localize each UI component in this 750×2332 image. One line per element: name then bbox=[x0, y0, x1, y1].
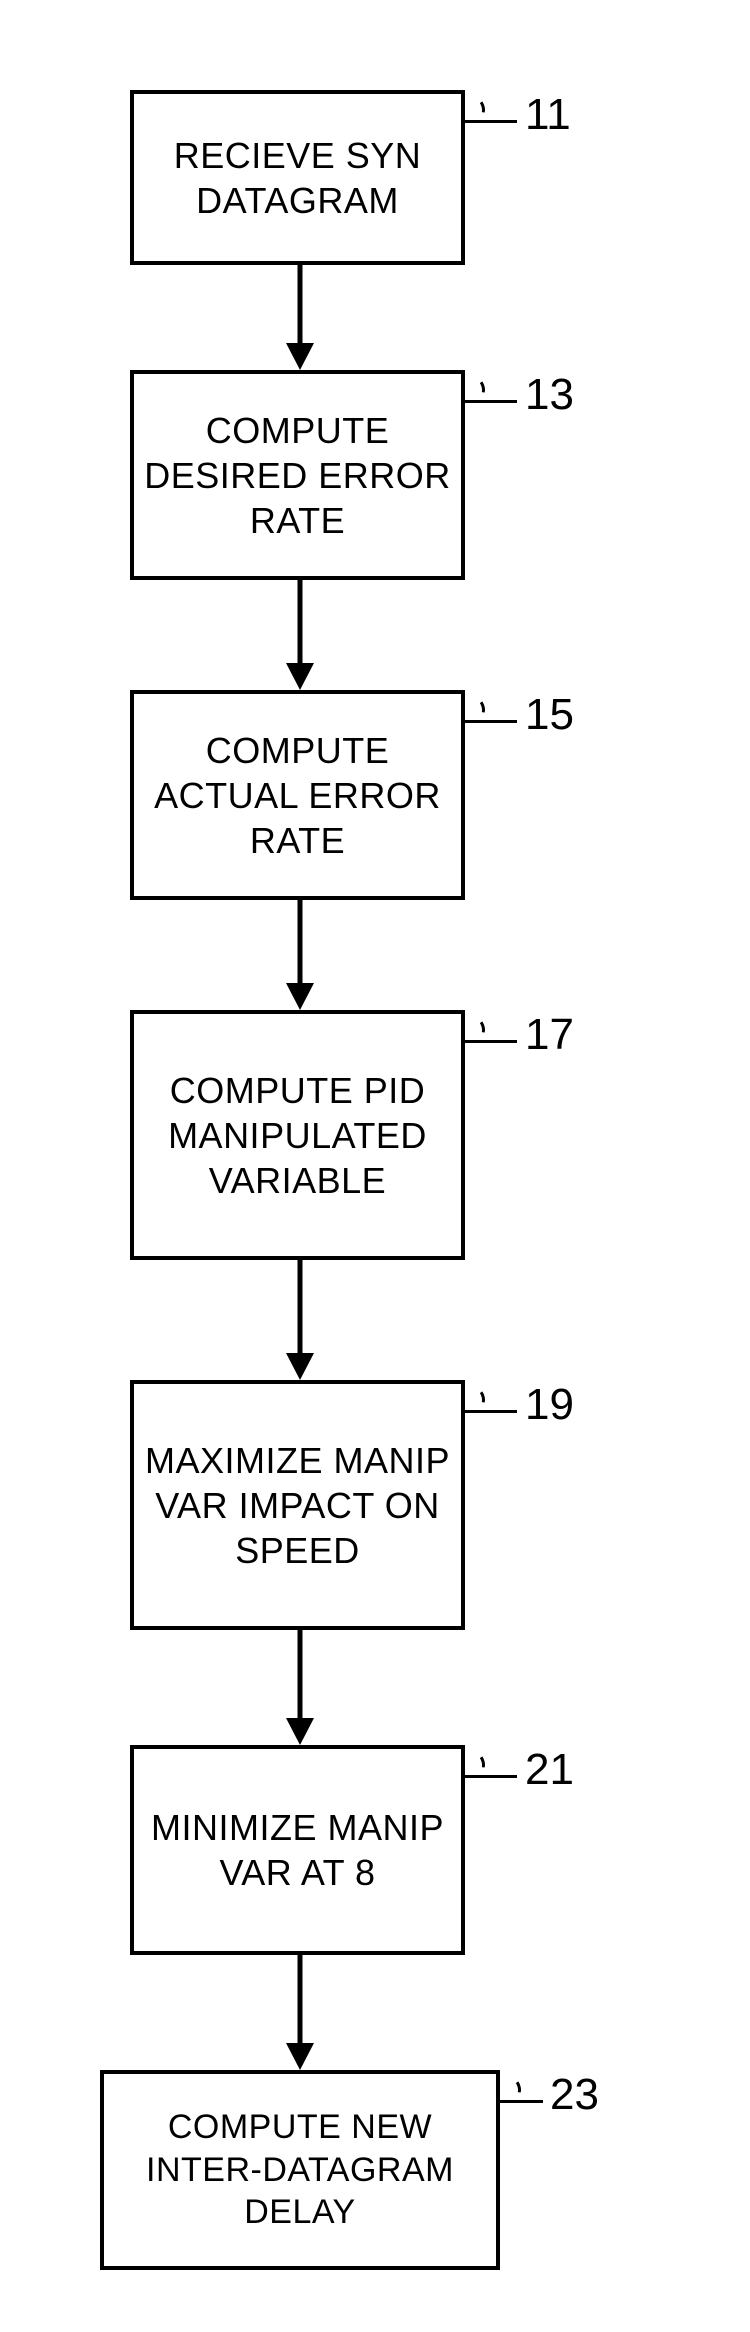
arrow-icon bbox=[290, 265, 310, 370]
flow-node-11: RECIEVE SYN DATAGRAM bbox=[130, 90, 465, 265]
ref-number: 15 bbox=[525, 690, 574, 740]
ref-number: 21 bbox=[525, 1745, 574, 1795]
ref-number: 11 bbox=[525, 90, 571, 140]
node-label: MINIMIZE MANIP VAR AT 8 bbox=[142, 1805, 453, 1895]
ref-number: 19 bbox=[525, 1380, 574, 1430]
ref-leader bbox=[462, 400, 517, 403]
ref-leader bbox=[462, 1410, 517, 1413]
ref-number: 23 bbox=[550, 2070, 599, 2120]
flow-node-15: COMPUTE ACTUAL ERROR RATE bbox=[130, 690, 465, 900]
ref-number: 13 bbox=[525, 370, 574, 420]
flow-node-17: COMPUTE PID MANIPULATED VARIABLE bbox=[130, 1010, 465, 1260]
ref-leader bbox=[462, 1040, 517, 1043]
node-label: RECIEVE SYN DATAGRAM bbox=[142, 133, 453, 223]
arrow-icon bbox=[290, 1630, 310, 1745]
flow-node-13: COMPUTE DESIRED ERROR RATE bbox=[130, 370, 465, 580]
arrow-icon bbox=[290, 1955, 310, 2070]
node-label: COMPUTE NEW INTER-DATAGRAM DELAY bbox=[112, 2106, 488, 2234]
flow-node-23: COMPUTE NEW INTER-DATAGRAM DELAY bbox=[100, 2070, 500, 2270]
ref-leader bbox=[498, 2100, 543, 2103]
arrow-icon bbox=[290, 1260, 310, 1380]
arrow-icon bbox=[290, 580, 310, 690]
node-label: COMPUTE PID MANIPULATED VARIABLE bbox=[142, 1068, 453, 1203]
node-label: COMPUTE DESIRED ERROR RATE bbox=[142, 408, 453, 543]
node-label: COMPUTE ACTUAL ERROR RATE bbox=[142, 728, 453, 863]
node-label: MAXIMIZE MANIP VAR IMPACT ON SPEED bbox=[142, 1438, 453, 1573]
flowchart-canvas: RECIEVE SYN DATAGRAM 11 COMPUTE DESIRED … bbox=[0, 0, 750, 2332]
ref-leader bbox=[462, 1775, 517, 1778]
ref-leader bbox=[462, 120, 517, 123]
arrow-icon bbox=[290, 900, 310, 1010]
flow-node-19: MAXIMIZE MANIP VAR IMPACT ON SPEED bbox=[130, 1380, 465, 1630]
ref-leader bbox=[462, 720, 517, 723]
ref-number: 17 bbox=[525, 1010, 574, 1060]
flow-node-21: MINIMIZE MANIP VAR AT 8 bbox=[130, 1745, 465, 1955]
